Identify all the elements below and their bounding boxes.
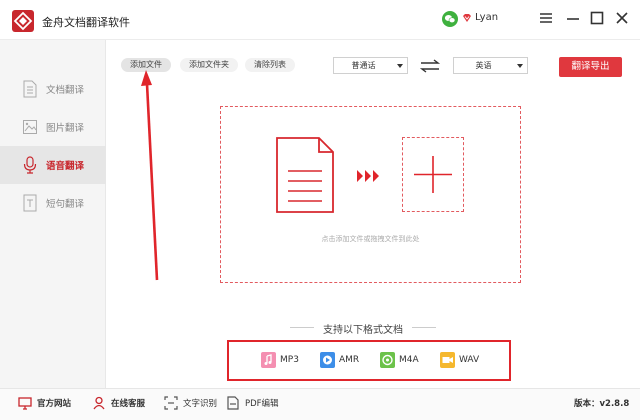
add-file-plus-button[interactable]: [402, 137, 464, 212]
format-item-mp3: MP3: [261, 352, 299, 368]
translate-export-button[interactable]: 翻译导出: [559, 57, 622, 77]
version-label: 版本：v2.8.8: [574, 399, 630, 409]
file-drop-zone[interactable]: [220, 106, 521, 283]
format-label: AMR: [339, 355, 360, 365]
official-website-label: 官方网站: [37, 399, 72, 409]
sidebar: 文档翻译 图片翻译 语音翻译 短句翻译: [0, 40, 106, 388]
add-folder-button[interactable]: 添加文件夹: [180, 58, 238, 72]
online-support-label: 在线客服: [111, 399, 146, 409]
format-label: WAV: [459, 355, 480, 365]
user-name: Lyan: [475, 12, 499, 23]
m4a-file-icon: [380, 352, 395, 368]
wav-file-icon: [440, 352, 455, 368]
ocr-icon: [164, 396, 178, 410]
sidebar-item-label: 文档翻译: [46, 85, 85, 96]
vip-crown-icon: [463, 13, 471, 22]
source-language-value: 普通话: [351, 61, 376, 70]
document-icon: [23, 80, 37, 98]
chevron-down-icon: [397, 64, 403, 68]
person-icon: [93, 396, 105, 410]
close-icon[interactable]: [614, 10, 630, 26]
pdf-icon: [227, 396, 239, 410]
sidebar-item-voice-translate[interactable]: 语音翻译: [0, 146, 106, 184]
microphone-icon: [23, 156, 37, 174]
app-logo-icon: [12, 10, 34, 32]
online-support-link[interactable]: 在线客服: [92, 396, 145, 410]
official-website-link[interactable]: 官方网站: [18, 396, 71, 410]
format-item-m4a: M4A: [380, 352, 419, 368]
pdf-edit-link[interactable]: PDF编辑: [226, 396, 279, 410]
swap-languages-icon[interactable]: [419, 59, 441, 73]
ocr-label: 文字识别: [183, 399, 218, 409]
target-language-value: 英语: [475, 61, 492, 70]
ocr-link[interactable]: 文字识别: [164, 396, 217, 410]
wechat-icon[interactable]: [442, 11, 458, 27]
pdf-edit-label: PDF编辑: [245, 399, 279, 409]
app-title: 金舟文档翻译软件: [42, 16, 130, 29]
format-item-wav: WAV: [440, 352, 479, 368]
clear-list-button[interactable]: 清除列表: [245, 58, 295, 72]
image-icon: [23, 120, 37, 134]
maximize-icon[interactable]: [589, 10, 605, 26]
monitor-icon: [18, 397, 32, 410]
format-label: M4A: [399, 355, 419, 365]
document-icon: [276, 137, 334, 213]
chevron-down-icon: [517, 64, 523, 68]
sidebar-item-label: 短句翻译: [46, 199, 85, 210]
mp3-file-icon: [261, 352, 276, 368]
text-icon: [23, 194, 37, 212]
add-file-button[interactable]: 添加文件: [121, 58, 171, 72]
format-item-amr: AMR: [320, 352, 359, 368]
sidebar-item-image-translate[interactable]: 图片翻译: [0, 108, 106, 146]
drop-hint-text: 点击添加文件或拖拽文件到此处: [321, 235, 420, 243]
sidebar-item-sentence-translate[interactable]: 短句翻译: [0, 184, 106, 222]
forward-arrows-icon: [357, 170, 379, 182]
user-account[interactable]: Lyan: [462, 12, 498, 23]
target-language-select[interactable]: 英语: [453, 57, 528, 74]
sidebar-item-document-translate[interactable]: 文档翻译: [0, 70, 106, 108]
format-label: MP3: [280, 355, 299, 365]
source-language-select[interactable]: 普通话: [333, 57, 408, 74]
minimize-icon[interactable]: [565, 10, 581, 26]
amr-file-icon: [320, 352, 335, 368]
sidebar-item-label: 语音翻译: [46, 161, 85, 172]
sidebar-item-label: 图片翻译: [46, 123, 85, 134]
menu-icon[interactable]: [538, 10, 554, 26]
plus-icon: [414, 156, 452, 193]
title-bar: 金舟文档翻译软件 Lyan: [0, 0, 640, 40]
formats-title: 支持以下格式文档: [290, 321, 436, 336]
